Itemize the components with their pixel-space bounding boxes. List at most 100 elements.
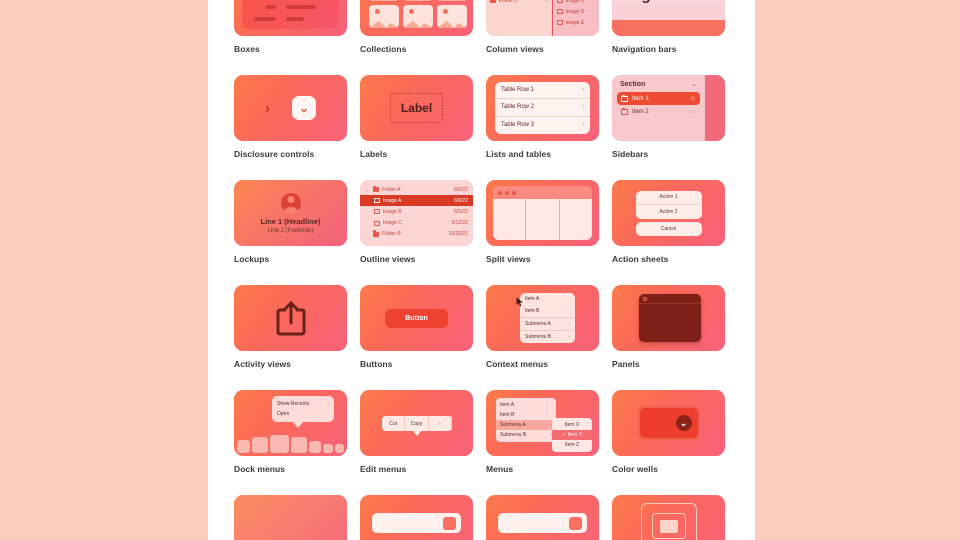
disclosure-collapsed-icon[interactable]: › — [265, 100, 270, 117]
gallery-cell-labels[interactable]: Label Labels — [360, 75, 473, 159]
dock-app-icon[interactable] — [270, 435, 289, 453]
submenu-item-selected[interactable]: ✓ Item Y — [552, 430, 592, 440]
thumb-partial-3 — [486, 495, 599, 540]
gallery-cell-activity-views[interactable]: Activity views — [234, 285, 347, 369]
outline-row[interactable]: › Folder B 10/20/21 — [360, 229, 473, 240]
gallery-cell-partial[interactable] — [360, 495, 473, 540]
gallery-cell-lockups[interactable]: Line 1 (Headline) Line 2 (Footnote) Lock… — [234, 180, 347, 264]
gallery-cell-partial[interactable] — [234, 495, 347, 540]
photo-thumbnail-icon — [437, 0, 467, 1]
outline-row[interactable]: Image C 5/12/22 — [360, 218, 473, 229]
gallery-cell-boxes[interactable]: Boxes — [234, 0, 347, 54]
sidebar-item-item-2[interactable]: Item 2 ☆ — [617, 105, 700, 118]
action-sheet-item[interactable]: Action 2 — [636, 205, 702, 219]
sidebar-section-header[interactable]: Section ⌄ — [617, 81, 700, 92]
gallery-cell-dock-menus[interactable]: Show Recents › Open Dock menus — [234, 390, 347, 474]
gallery-cell-column-views[interactable]: Folder A› Folder B› Folder C› Image A Im… — [486, 0, 599, 54]
thumb-sidebars: Section ⌄ Item 1 ☆ Item 2 ☆ — [612, 75, 725, 141]
sidebar-item-item-1[interactable]: Item 1 ☆ — [617, 92, 700, 105]
window-titlebar — [493, 186, 592, 199]
gallery-cell-color-wells[interactable]: ⌄ Color wells — [612, 390, 725, 474]
menu-item[interactable]: Item A — [496, 400, 556, 410]
zoom-icon[interactable] — [512, 190, 516, 195]
action-sheet-item[interactable]: Action 1 — [635, 191, 702, 205]
gallery-row: Line 1 (Headline) Line 2 (Footnote) Lock… — [234, 180, 734, 264]
folder-icon — [621, 107, 628, 115]
gallery-row-partial — [234, 495, 734, 540]
sample-button[interactable]: Button — [385, 308, 448, 328]
photo-thumbnail-icon — [369, 0, 399, 1]
gallery-cell-sidebars[interactable]: Section ⌄ Item 1 ☆ Item 2 ☆ Sidebars — [612, 75, 725, 159]
dock-app-icon[interactable] — [308, 441, 321, 453]
dock-menu-item[interactable]: Open — [272, 409, 334, 419]
text-field[interactable] — [372, 513, 461, 533]
dock-app-icon[interactable] — [334, 444, 344, 453]
gallery-cell-partial[interactable] — [486, 495, 599, 540]
column-row-folder[interactable]: Folder C › — [486, 0, 552, 6]
disclosure-expanded-button[interactable]: ⌄ — [292, 96, 316, 120]
outline-row-selected[interactable]: Image A 6/6/22 — [360, 195, 473, 207]
menu-item[interactable]: Item B — [496, 410, 556, 420]
panel-titlebar — [639, 294, 701, 304]
color-well[interactable]: ⌄ — [637, 406, 700, 440]
color-well-knob[interactable]: ⌄ — [675, 415, 692, 431]
gallery-cell-panels[interactable]: Panels — [612, 285, 725, 369]
table-row[interactable]: Table Row 1 › — [495, 82, 590, 100]
submenu-item[interactable]: Item X — [552, 420, 592, 430]
cancel-button[interactable]: Cancel — [635, 221, 702, 236]
context-menu-item[interactable]: Item A — [520, 293, 575, 305]
gallery-cell-lists-and-tables[interactable]: Table Row 1 › Table Row 2 › Table Row 3 › L… — [486, 75, 599, 159]
gallery-cell-menus[interactable]: Item A Item B Submenu A› Submenu B› Item… — [486, 390, 599, 474]
gallery-cell-edit-menus[interactable]: Cut Copy › Edit menus — [360, 390, 473, 474]
context-menu-item[interactable]: Item B — [520, 305, 575, 317]
gallery-cell-outline-views[interactable]: ⌄ Folder A 6/6/22 Image A 6/6/22 Image B 6/5… — [360, 180, 473, 264]
menu-item-submenu-a[interactable]: Submenu A› — [496, 420, 556, 430]
minimize-icon[interactable] — [505, 190, 509, 195]
context-menu-item[interactable]: Submenu B › — [520, 331, 575, 343]
sidebar-item-label: Item 1 — [632, 95, 649, 102]
edit-menu-item-cut[interactable]: Cut — [382, 416, 406, 431]
menu-item-submenu-b[interactable]: Submenu B› — [496, 430, 556, 440]
gallery-cell-partial[interactable] — [612, 495, 725, 540]
gallery-cell-disclosure-controls[interactable]: › ⌄ Disclosure controls — [234, 75, 347, 159]
folder-icon — [490, 0, 496, 3]
gallery-cell-split-views[interactable]: Split views — [486, 180, 599, 264]
close-icon[interactable] — [643, 296, 647, 301]
dock-app-icon[interactable] — [323, 444, 333, 453]
label-outline: Label — [389, 93, 444, 123]
dock-app-icon[interactable] — [290, 437, 307, 453]
chevron-right-icon[interactable]: › — [429, 416, 452, 431]
edit-menu-item-copy[interactable]: Copy — [405, 416, 429, 431]
column-row-image[interactable]: Image E — [553, 17, 599, 28]
star-icon[interactable]: ☆ — [690, 108, 695, 115]
dock-app-icon[interactable] — [252, 437, 269, 453]
table-row[interactable]: Table Row 3 › — [495, 117, 590, 134]
gallery-cell-action-sheets[interactable]: Action 1 Action 2 Cancel Action sheets — [612, 180, 725, 264]
close-icon[interactable] — [498, 190, 502, 195]
outline-row-label: Image C — [383, 220, 402, 227]
chevron-down-icon: ⌄ — [298, 101, 310, 115]
dock-app-icon[interactable] — [237, 440, 251, 453]
gallery-cell-caption: Boxes — [234, 44, 260, 54]
menu-item-label: Submenu A — [500, 422, 526, 428]
field-accessory-icon[interactable] — [443, 516, 456, 530]
disclosure-triangle-icon[interactable]: › — [365, 232, 370, 237]
photo-thumbnail-icon — [437, 5, 467, 28]
thumb-color-wells: ⌄ — [612, 390, 725, 456]
outline-row[interactable]: ⌄ Folder A 6/6/22 — [360, 184, 473, 195]
gallery-cell-collections[interactable]: Collections — [360, 0, 473, 54]
outline-row[interactable]: Image B 6/5/22 — [360, 206, 473, 217]
column-row-image[interactable]: Image D — [553, 6, 599, 17]
field-accessory-icon[interactable] — [569, 516, 582, 530]
gallery-cell-buttons[interactable]: Button Buttons — [360, 285, 473, 369]
text-field[interactable] — [498, 513, 587, 533]
dock-menu-item[interactable]: Show Recents › — [272, 399, 334, 409]
thumb-menus: Item A Item B Submenu A› Submenu B› Item… — [486, 390, 599, 456]
submenu-item[interactable]: Item Z — [552, 440, 592, 450]
disclosure-triangle-icon[interactable]: ⌄ — [365, 187, 370, 193]
star-icon[interactable]: ☆ — [690, 95, 695, 102]
gallery-cell-context-menus[interactable]: Item A Item B Submenu A › Submenu B › Cont… — [486, 285, 599, 369]
gallery-cell-navigation-bars[interactable]: ‹ Parent Title Large Title Navigation ba… — [612, 0, 725, 54]
context-menu-item[interactable]: Submenu A › — [520, 318, 575, 330]
table-row[interactable]: Table Row 2 › — [495, 99, 590, 117]
